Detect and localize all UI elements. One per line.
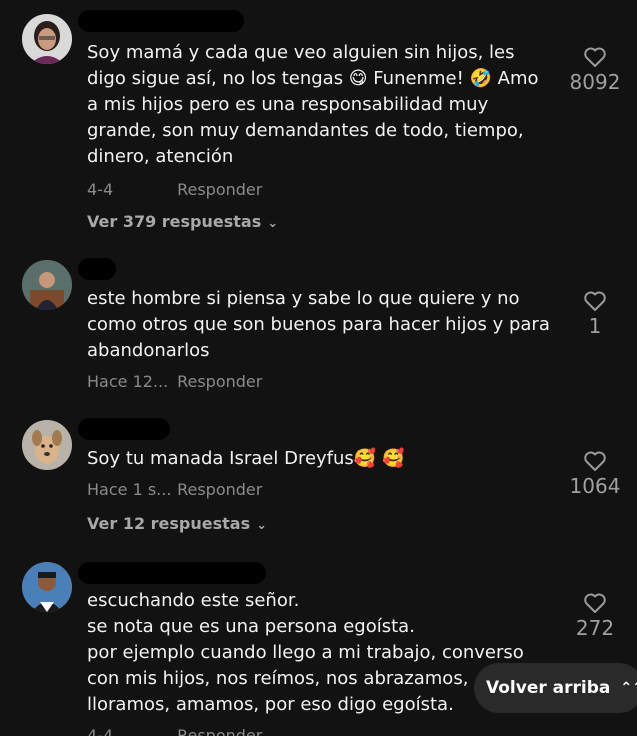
double-chevron-up-icon: ⌃⌃ xyxy=(620,680,637,696)
comment-time: Hace 12... xyxy=(87,372,169,391)
comments-panel: Soy mamá y cada que veo alguien sin hijo… xyxy=(0,0,637,736)
comment-text: este hombre si piensa y sabe lo que quie… xyxy=(87,288,550,361)
avatar[interactable] xyxy=(22,14,72,64)
redacted-username xyxy=(78,258,116,280)
like-count: 1 xyxy=(588,314,602,338)
back-to-top-label: Volver arriba xyxy=(486,678,611,698)
reply-button[interactable]: Responder xyxy=(177,726,262,736)
comment-meta: Hace 1 s... Responder xyxy=(87,480,262,499)
redacted-username xyxy=(78,418,170,440)
comment-meta: 4-4 Responder xyxy=(87,726,262,736)
like-button[interactable]: 8092 xyxy=(555,46,635,94)
like-button[interactable]: 1064 xyxy=(555,450,635,498)
reply-button[interactable]: Responder xyxy=(177,480,262,499)
like-count: 272 xyxy=(575,616,615,640)
comment-text: Soy mamá y cada que veo alguien sin hijo… xyxy=(87,42,539,167)
heart-outline-icon xyxy=(584,593,606,613)
avatar[interactable] xyxy=(22,420,72,470)
heart-outline-icon xyxy=(584,451,606,471)
view-replies-button[interactable]: Ver 12 respuestas ⌄ xyxy=(87,514,267,533)
reply-button[interactable]: Responder xyxy=(177,372,262,391)
like-button[interactable]: 1 xyxy=(555,290,635,338)
avatar[interactable] xyxy=(22,260,72,310)
heart-outline-icon xyxy=(584,291,606,311)
view-replies-label: Ver 12 respuestas xyxy=(87,514,251,533)
heart-outline-icon xyxy=(584,47,606,67)
reply-button[interactable]: Responder xyxy=(177,180,262,199)
comment-text: Soy tu manada Israel Dreyfus🥰 🥰 xyxy=(87,448,405,469)
back-to-top-button[interactable]: Volver arriba ⌃⌃ xyxy=(474,663,637,713)
view-replies-label: Ver 379 respuestas xyxy=(87,212,262,231)
comment-meta: Hace 12... Responder xyxy=(87,372,262,391)
view-replies-button[interactable]: Ver 379 respuestas ⌄ xyxy=(87,212,278,231)
comment-time: 4-4 xyxy=(87,180,114,199)
comment-meta: 4-4 Responder xyxy=(87,180,262,199)
comment-time: 4-4 xyxy=(87,726,114,736)
chevron-down-icon: ⌄ xyxy=(256,518,268,533)
comment-time: Hace 1 s... xyxy=(87,480,172,499)
redacted-username xyxy=(78,10,244,32)
like-count: 8092 xyxy=(569,70,621,94)
avatar[interactable] xyxy=(22,562,72,612)
redacted-username xyxy=(78,562,266,584)
like-count: 1064 xyxy=(569,474,621,498)
chevron-down-icon: ⌄ xyxy=(267,216,279,231)
like-button[interactable]: 272 xyxy=(555,592,635,640)
